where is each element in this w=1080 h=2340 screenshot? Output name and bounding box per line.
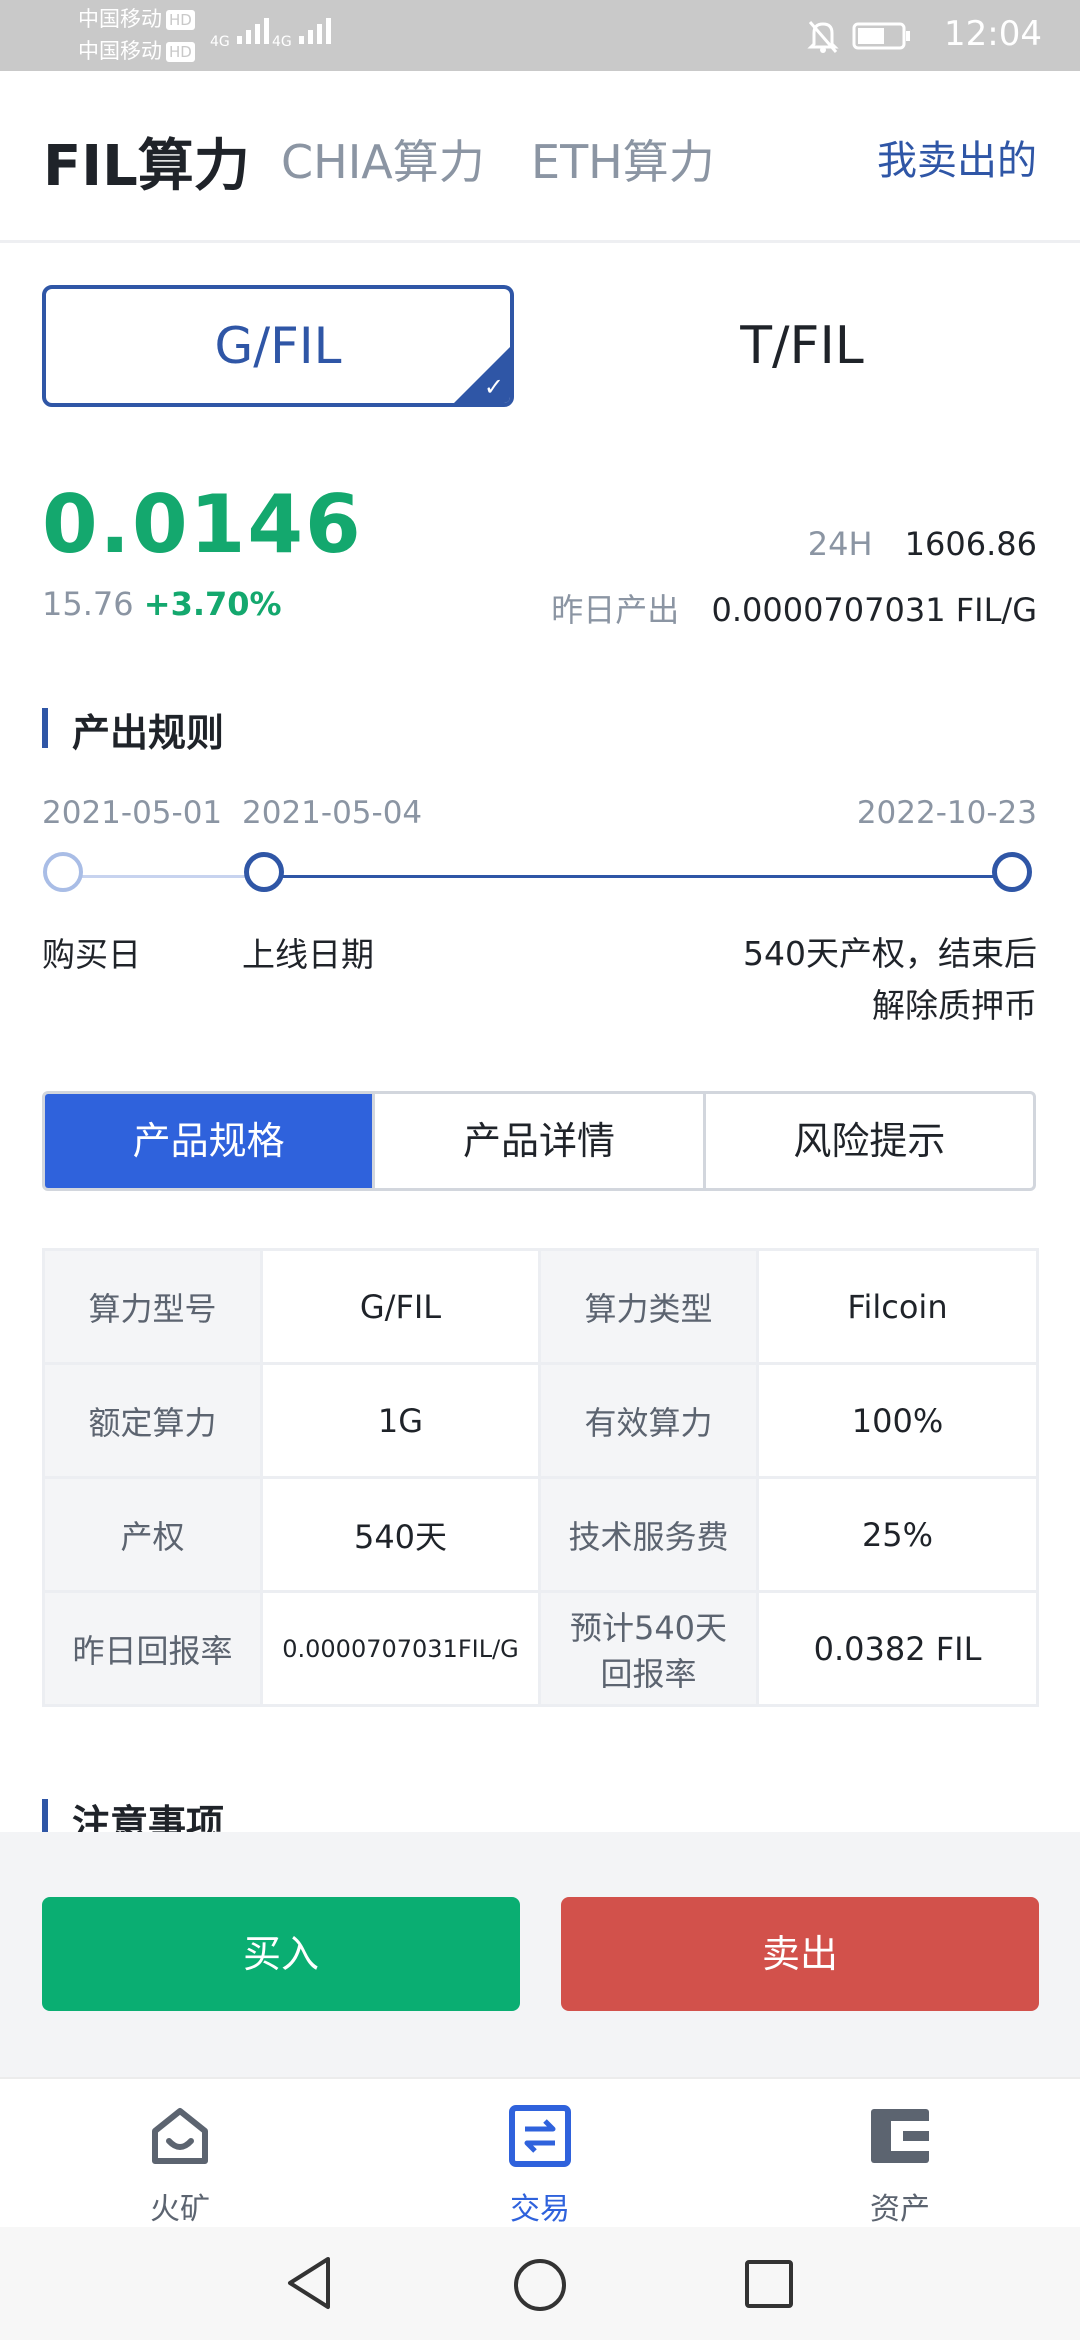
nav-item-assets[interactable]: 资产 xyxy=(720,2079,1080,2229)
carrier-name: 中国移动 xyxy=(78,39,162,63)
volume-label: 24H xyxy=(807,525,873,563)
hd-badge: HD xyxy=(166,10,195,30)
timeline-line-active xyxy=(282,875,994,878)
nav-label: 火矿 xyxy=(150,2192,210,2227)
table-row: 额定算力 1G 有效算力 100% xyxy=(42,1362,1039,1479)
spec-value: 0.0000707031FIL/G xyxy=(260,1590,541,1707)
spec-key: 预计540天 回报率 xyxy=(538,1590,759,1707)
volume-row: 24H 1606.86 xyxy=(808,525,1037,563)
spec-key: 算力型号 xyxy=(42,1248,263,1365)
spec-value: 25% xyxy=(756,1476,1039,1593)
tab-chia[interactable]: CHIA算力 xyxy=(281,126,485,192)
tab-product-spec[interactable]: 产品规格 xyxy=(45,1094,376,1188)
spec-value: 0.0382 FIL xyxy=(756,1590,1039,1707)
unit-option-t-fil[interactable]: T/FIL xyxy=(566,285,1038,407)
battery-icon xyxy=(852,22,912,54)
bell-off-icon xyxy=(806,18,840,58)
spec-key: 有效算力 xyxy=(538,1362,759,1479)
system-nav-bar xyxy=(0,2227,1080,2340)
network-type: 4G xyxy=(210,34,230,50)
exchange-icon xyxy=(509,2105,571,2167)
table-row: 昨日回报率 0.0000707031FIL/G 预计540天 回报率 0.038… xyxy=(42,1590,1039,1707)
unit-option-label: G/FIL xyxy=(214,317,342,375)
tab-risk-notice[interactable]: 风险提示 xyxy=(706,1094,1033,1188)
spec-value: 1G xyxy=(260,1362,541,1479)
check-icon: ✓ xyxy=(483,373,504,401)
hd-badge: HD xyxy=(166,42,195,62)
tab-eth[interactable]: ETH算力 xyxy=(531,126,715,192)
status-time: 12:04 xyxy=(944,14,1042,54)
timeline-label-online: 上线日期 xyxy=(242,935,374,974)
timeline-label-end-line1: 540天产权，结束后 xyxy=(743,934,1037,973)
spec-key: 产权 xyxy=(42,1476,263,1593)
timeline-dot-purchase xyxy=(43,852,83,892)
table-row: 算力型号 G/FIL 算力类型 Filcoin xyxy=(42,1248,1039,1365)
spec-table: 算力型号 G/FIL 算力类型 Filcoin 额定算力 1G 有效算力 100… xyxy=(42,1248,1039,1707)
yield-label: 昨日产出 xyxy=(551,591,680,629)
home-circle-icon[interactable] xyxy=(512,2257,568,2313)
nav-label: 资产 xyxy=(870,2192,930,2227)
back-icon[interactable] xyxy=(284,2255,334,2311)
volume-value: 1606.86 xyxy=(904,525,1037,563)
spec-key: 算力类型 xyxy=(538,1248,759,1365)
header: FIL算力 CHIA算力 ETH算力 我卖出的 xyxy=(0,71,1080,243)
yield-row: 昨日产出 0.0000707031 FIL/G xyxy=(551,585,1037,631)
network-type: 4G xyxy=(272,34,292,50)
timeline-date-end: 2022-10-23 xyxy=(856,795,1037,831)
carrier-2: 中国移动 HD xyxy=(78,36,195,66)
spec-key: 技术服务费 xyxy=(538,1476,759,1593)
home-icon xyxy=(152,2108,208,2164)
timeline-date-online: 2021-05-04 xyxy=(242,795,423,831)
spec-key-line1: 预计540天 xyxy=(569,1608,728,1647)
price-cny: 15.76 xyxy=(42,585,134,623)
spec-value: 100% xyxy=(756,1362,1039,1479)
nav-label: 交易 xyxy=(510,2192,570,2227)
signal-icon-2: 4G xyxy=(272,14,343,50)
my-sold-link[interactable]: 我卖出的 xyxy=(877,128,1037,186)
spec-value: G/FIL xyxy=(260,1248,541,1365)
status-bar: 中国移动 HD 中国移动 HD 4G 4G 12:04 xyxy=(0,0,1080,71)
wallet-icon xyxy=(871,2109,929,2163)
current-price: 0.0146 xyxy=(42,478,363,571)
price-sub: 15.76 +3.70% xyxy=(42,585,282,623)
spec-key: 额定算力 xyxy=(42,1362,263,1479)
unit-option-g-fil[interactable]: G/FIL ✓ xyxy=(42,285,514,407)
spec-key: 昨日回报率 xyxy=(42,1590,263,1707)
timeline-label-purchase: 购买日 xyxy=(42,935,141,974)
timeline-dot-online xyxy=(244,852,284,892)
spec-value: 540天 xyxy=(260,1476,541,1593)
tab-product-detail[interactable]: 产品详情 xyxy=(375,1094,706,1188)
signal-icon-1: 4G xyxy=(210,14,281,50)
spec-value: Filcoin xyxy=(756,1248,1039,1365)
recent-apps-icon[interactable] xyxy=(744,2259,794,2309)
sell-button[interactable]: 卖出 xyxy=(561,1897,1039,2011)
nav-item-trade[interactable]: 交易 xyxy=(360,2079,720,2229)
tab-fil[interactable]: FIL算力 xyxy=(43,121,250,202)
timeline-line-past xyxy=(80,875,260,878)
spec-key-line2: 回报率 xyxy=(600,1654,697,1693)
bottom-nav: 火矿 交易 资产 xyxy=(0,2077,1080,2229)
nav-item-home[interactable]: 火矿 xyxy=(0,2079,360,2229)
carrier-1: 中国移动 HD xyxy=(78,4,195,34)
carrier-name: 中国移动 xyxy=(78,7,162,31)
timeline-label-end: 540天产权，结束后 解除质押币 xyxy=(743,928,1037,1032)
yield-value: 0.0000707031 FIL/G xyxy=(711,591,1037,629)
section-title-rules: 产出规则 xyxy=(42,702,224,757)
price-change: +3.70% xyxy=(143,585,282,623)
timeline-dot-end xyxy=(992,852,1032,892)
table-row: 产权 540天 技术服务费 25% xyxy=(42,1476,1039,1593)
timeline-date-purchase: 2021-05-01 xyxy=(42,795,223,831)
timeline-label-end-line2: 解除质押币 xyxy=(872,986,1037,1025)
product-tabs: 产品规格 产品详情 风险提示 xyxy=(42,1091,1036,1191)
buy-button[interactable]: 买入 xyxy=(42,1897,520,2011)
